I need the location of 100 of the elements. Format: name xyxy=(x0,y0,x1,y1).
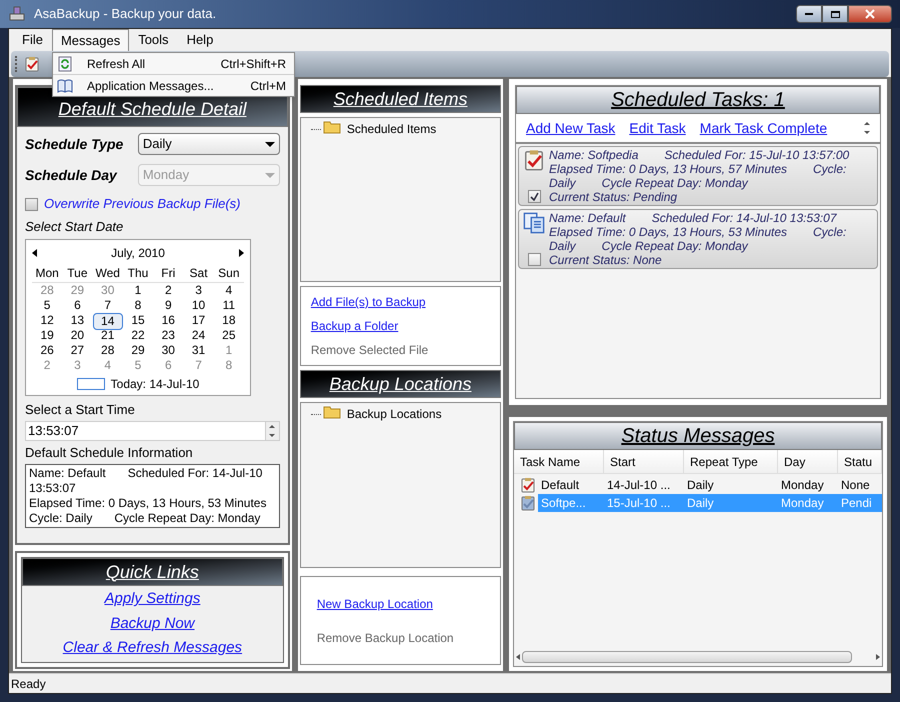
task-detail: Name: Default xyxy=(549,211,626,225)
calendar-day[interactable]: 5 xyxy=(122,358,154,372)
calendar-day[interactable]: 26 xyxy=(32,342,62,358)
calendar-day[interactable]: 17 xyxy=(183,312,214,330)
menu-item[interactable]: Tools xyxy=(129,29,178,51)
calendar-day[interactable]: 1 xyxy=(122,282,154,298)
menu-item[interactable]: Messages xyxy=(52,29,130,51)
weekday-header: Thu xyxy=(126,264,150,282)
column-header[interactable]: Repeat Type xyxy=(684,450,778,473)
calendar-day[interactable]: 21 xyxy=(92,328,123,342)
calendar-day[interactable]: 22 xyxy=(122,328,154,342)
calendar-day[interactable]: 9 xyxy=(153,298,184,312)
table-row[interactable]: Default 14-Jul-10 ... Daily Monday None xyxy=(538,476,882,494)
quick-link[interactable]: Backup Now xyxy=(110,612,195,636)
column-header[interactable]: Statu xyxy=(838,450,882,473)
checkbox[interactable] xyxy=(25,198,38,210)
calendar-day[interactable]: 1 xyxy=(214,342,244,358)
calendar-day[interactable]: 3 xyxy=(183,282,214,298)
calendar-day[interactable]: 12 xyxy=(32,312,62,330)
calendar-day[interactable]: 30 xyxy=(153,342,184,358)
dropdown[interactable]: Daily xyxy=(138,133,280,155)
info-text: Name: Default xyxy=(29,466,106,480)
task-link[interactable]: Add New Task xyxy=(526,118,616,138)
tree-item[interactable]: Scheduled Items xyxy=(346,120,436,138)
minimize-button[interactable] xyxy=(796,5,822,23)
checkbox[interactable] xyxy=(528,253,540,266)
calendar-day[interactable]: 6 xyxy=(153,358,184,372)
calendar-day[interactable]: 29 xyxy=(122,342,154,358)
calendar-day[interactable]: 29 xyxy=(62,282,93,298)
action-link[interactable]: Backup a Folder xyxy=(310,317,490,335)
tree-view[interactable]: Backup Locations xyxy=(300,402,501,568)
close-button[interactable] xyxy=(848,5,892,23)
task-link[interactable]: Mark Task Complete xyxy=(700,118,828,138)
calendar-day[interactable]: 4 xyxy=(92,358,123,372)
task-detail: Elapsed Time: 0 Days, 13 Hours, 57 Minutes xyxy=(549,162,788,176)
column-header[interactable]: Task Name xyxy=(514,450,604,473)
weekday-header: Sat xyxy=(188,264,209,282)
task-detail: Scheduled For: 14-Jul-10 13:53:07 xyxy=(652,211,836,225)
calendar-day[interactable]: 8 xyxy=(122,298,154,312)
calendar-day[interactable]: 14 xyxy=(92,312,123,330)
documents-icon xyxy=(523,212,545,234)
calendar-day[interactable]: 31 xyxy=(183,342,214,358)
calendar-day[interactable]: 2 xyxy=(32,358,62,372)
info-text: Cycle Repeat Day: Monday xyxy=(114,510,260,526)
checkbox[interactable] xyxy=(528,190,540,203)
scroll-arrows-icon[interactable] xyxy=(864,122,870,134)
menu-item[interactable]: File xyxy=(13,29,52,51)
calendar-day[interactable]: 23 xyxy=(153,328,184,342)
task-link[interactable]: Edit Task xyxy=(629,118,686,138)
calendar-day[interactable]: 15 xyxy=(122,312,154,330)
task-card[interactable]: Name: Softpedia Scheduled For: 15-Jul-10 13:57:00 Elapsed Time: 0 Days, 13 Hours, 57 Minutes Cycle: Daily Cycle Repeat Day: Monday Current Status: Pending xyxy=(518,146,878,206)
calendar-day[interactable]: 13 xyxy=(62,312,93,330)
horizontal-scrollbar[interactable] xyxy=(516,650,880,664)
calendar-day[interactable]: 16 xyxy=(153,312,184,330)
calendar-day[interactable]: 7 xyxy=(92,298,123,312)
calendar-day[interactable]: 3 xyxy=(62,358,93,372)
weekday-header: Tue xyxy=(66,264,89,282)
calendar-day[interactable]: 25 xyxy=(214,328,244,342)
column-header[interactable]: Start xyxy=(604,450,684,473)
info-text: 13:53:07 xyxy=(29,480,76,496)
quick-link[interactable]: Clear & Refresh Messages xyxy=(62,637,242,660)
calendar-day[interactable]: 27 xyxy=(62,342,93,358)
maximize-button[interactable] xyxy=(822,5,848,23)
spinner-icon[interactable] xyxy=(264,422,279,440)
task-detail: Scheduled For: 15-Jul-10 13:57:00 xyxy=(664,148,850,162)
table-cell-text: None xyxy=(840,477,871,494)
tree-item[interactable]: Backup Locations xyxy=(346,405,442,423)
checkbox-label: Overwrite Previous Backup File(s) xyxy=(44,195,240,214)
quick-link[interactable]: Apply Settings xyxy=(104,588,200,611)
field-label: Schedule Day xyxy=(25,166,117,185)
calendar-day[interactable]: 10 xyxy=(183,298,214,312)
column-header[interactable]: Day xyxy=(778,450,838,473)
calendar-day[interactable]: 28 xyxy=(92,342,123,358)
calendar-day[interactable]: 20 xyxy=(62,328,93,342)
next-month-icon[interactable] xyxy=(239,248,244,256)
action-link[interactable]: Add File(s) to Backup xyxy=(310,293,490,311)
calendar-day[interactable]: 30 xyxy=(92,282,123,298)
menu-item[interactable]: Help xyxy=(178,29,222,51)
calendar-day[interactable]: 28 xyxy=(32,282,62,298)
calendar-day[interactable]: 8 xyxy=(214,358,244,372)
calendar-day[interactable]: 24 xyxy=(183,328,214,342)
calendar-day[interactable]: 4 xyxy=(214,282,244,298)
calendar-day[interactable]: 2 xyxy=(153,282,184,298)
calendar-day[interactable]: 19 xyxy=(32,328,62,342)
panel-header: Scheduled Tasks: 1 xyxy=(516,86,880,114)
menu-option[interactable]: Application Messages... Ctrl+M xyxy=(53,76,294,95)
calendar-day[interactable]: 11 xyxy=(214,298,244,312)
calendar[interactable]: July, 2010 Mon Tue Wed Thu Fri Sat Sun 28 29 30 1 2 3 4 5 6 7 8 9 10 11 12 13 14 15 16 17 18 19 20 21 22 23 24 25 26 27 28 29 30 31 1 2 3 4 5 6 7 8 Today: 14-Jul-10 xyxy=(25,238,251,396)
calendar-day[interactable]: 5 xyxy=(32,298,62,312)
tree-view[interactable]: Scheduled Items xyxy=(300,117,501,282)
time-field[interactable]: 13:53:07 xyxy=(25,421,280,441)
previous-month-icon[interactable] xyxy=(32,248,37,256)
calendar-day[interactable]: 7 xyxy=(183,358,214,372)
table-cell-text: 14-Jul-10 ... xyxy=(606,477,672,494)
calendar-day[interactable]: 18 xyxy=(214,312,244,330)
calendar-day[interactable]: 6 xyxy=(62,298,93,312)
today-link[interactable]: Today: 14-Jul-10 xyxy=(110,374,200,392)
action-link[interactable]: New Backup Location xyxy=(316,594,484,612)
task-card[interactable]: Name: Default Scheduled For: 14-Jul-10 13:53:07 Elapsed Time: 0 Days, 13 Hours, 53 Minutes Cycle: Daily Cycle Repeat Day: Monday Current Status: None xyxy=(518,209,878,269)
clipboard-check-icon xyxy=(520,477,536,493)
